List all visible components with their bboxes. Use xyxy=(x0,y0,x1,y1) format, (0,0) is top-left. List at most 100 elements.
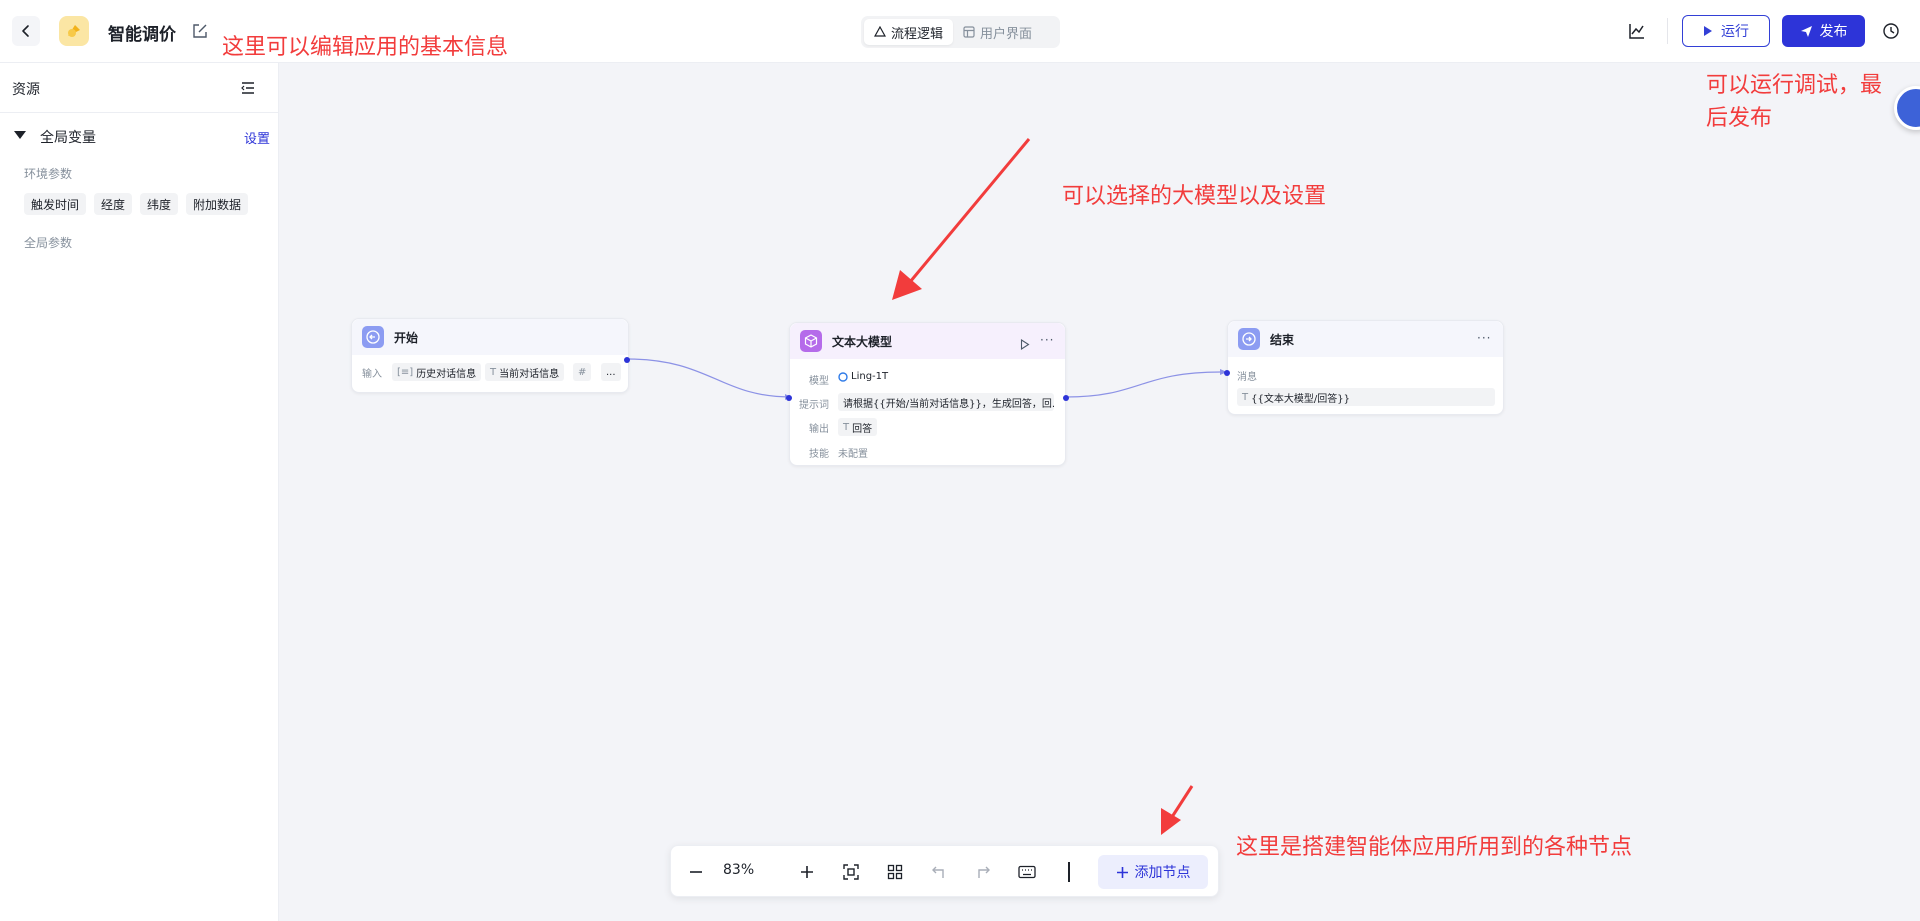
more-icon[interactable]: ··· xyxy=(1477,331,1491,345)
input-chip-hash: # xyxy=(573,363,592,381)
resource-sidebar: 资源 全局变量 设置 环境参数 触发时间 经度 纬度 附加数据 全局参数 xyxy=(0,63,279,921)
cube-icon xyxy=(804,334,818,348)
llm-skill-value: 未配置 xyxy=(838,449,868,460)
chevron-left-icon xyxy=(22,25,29,37)
zoom-in-button[interactable] xyxy=(794,859,820,885)
end-message-label: 消息 xyxy=(1237,372,1257,383)
header-divider xyxy=(1667,18,1668,44)
tab-user-interface[interactable]: 用户界面 xyxy=(953,19,1042,45)
llm-node[interactable]: 文本大模型 ··· 模型 Ling-1T 提示词 请根据{{开始/当前对话信息}… xyxy=(786,322,1069,466)
llm-output-value: 回答 xyxy=(852,423,873,435)
sidebar-title: 资源 xyxy=(12,82,40,98)
llm-prompt-label: 提示词 xyxy=(799,400,829,411)
redo-icon xyxy=(978,866,990,878)
input-chip-current-label: 当前对话信息 xyxy=(499,368,560,380)
env-param-chip[interactable]: 经度 xyxy=(94,193,133,215)
end-node[interactable]: 结束 ··· 消息 T {{文本大模型/回答}} xyxy=(1224,320,1504,415)
end-node-header: 结束 ··· xyxy=(1228,321,1503,357)
chart-line-icon[interactable] xyxy=(1627,21,1647,41)
annotation-model-select: 可以选择的大模型以及设置 xyxy=(1062,184,1327,209)
fit-view-button[interactable] xyxy=(838,859,864,885)
back-button[interactable] xyxy=(12,16,40,46)
tab-user-interface-label: 用户界面 xyxy=(980,26,1033,42)
llm-output-label: 输出 xyxy=(809,424,829,435)
global-params-label: 全局参数 xyxy=(24,236,73,250)
add-node-button[interactable]: 添加节点 xyxy=(1098,855,1208,889)
arrow-out-icon xyxy=(1242,332,1256,346)
env-param-chip[interactable]: 触发时间 xyxy=(24,193,87,215)
play-node-icon[interactable] xyxy=(1020,335,1030,354)
text-type-icon: T xyxy=(490,366,497,378)
model-logo-icon xyxy=(838,371,848,382)
start-node-icon xyxy=(362,326,384,348)
history-icon[interactable] xyxy=(1882,22,1900,40)
undo-button[interactable] xyxy=(926,859,952,885)
end-input-port[interactable] xyxy=(1224,370,1230,376)
end-node-title: 结束 xyxy=(1270,333,1295,347)
list-icon: [≡] xyxy=(397,366,414,378)
flow-icon xyxy=(874,26,886,37)
app-title: 智能调价 xyxy=(108,25,176,45)
llm-model-value[interactable]: Ling-1T xyxy=(838,371,888,382)
tab-flow-logic[interactable]: 流程逻辑 xyxy=(864,19,954,45)
env-param-chip[interactable]: 附加数据 xyxy=(186,193,249,215)
annotation-nodes-hint: 这里是搭建智能体应用所用到的各种节点 xyxy=(1236,835,1633,860)
env-params-label: 环境参数 xyxy=(24,167,73,181)
play-icon xyxy=(1704,26,1712,36)
run-button[interactable]: 运行 xyxy=(1682,15,1770,47)
end-message-chip[interactable]: T {{文本大模型/回答}} xyxy=(1237,388,1495,406)
llm-model-label: 模型 xyxy=(809,376,829,387)
redo-button[interactable] xyxy=(970,859,996,885)
global-variables-label: 全局变量 xyxy=(40,130,96,146)
end-node-icon xyxy=(1238,328,1260,350)
auto-layout-button[interactable] xyxy=(882,859,908,885)
arrow-in-icon xyxy=(366,330,380,344)
keyboard-shortcuts-button[interactable] xyxy=(1014,859,1040,885)
zoom-level[interactable]: 83% xyxy=(723,862,754,878)
start-node[interactable]: 开始 输入 [≡] 历史对话信息 T 当前对话信息 # ... xyxy=(351,318,630,393)
mode-switch: 流程逻辑 用户界面 xyxy=(861,16,1060,48)
input-chip-history: [≡] 历史对话信息 xyxy=(392,363,482,381)
keyboard-icon xyxy=(1018,865,1036,879)
zoom-out-button[interactable] xyxy=(683,859,709,885)
llm-prompt-value[interactable]: 请根据{{开始/当前对话信息}}，生成回答，回... xyxy=(838,393,1054,411)
env-param-chip[interactable]: 纬度 xyxy=(140,193,179,215)
tab-flow-logic-label: 流程逻辑 xyxy=(891,26,944,42)
start-input-label: 输入 xyxy=(362,369,382,380)
grid-icon xyxy=(887,864,903,880)
start-output-port[interactable] xyxy=(624,357,630,363)
app-logo-icon xyxy=(68,25,80,37)
llm-output-port[interactable] xyxy=(1063,395,1069,401)
start-node-header: 开始 xyxy=(352,319,628,355)
global-variables-settings-link[interactable]: 设置 xyxy=(244,128,270,147)
annotation-run-publish-line1: 可以运行调试，最 xyxy=(1706,73,1883,98)
toolbar-separator xyxy=(1068,862,1070,882)
global-variables-section: 全局变量 设置 xyxy=(12,125,270,147)
fit-view-icon xyxy=(843,864,859,880)
caret-down-icon[interactable] xyxy=(14,131,26,139)
edit-app-info-icon[interactable] xyxy=(191,22,209,40)
publish-button-label: 发布 xyxy=(1819,24,1848,40)
input-chip-more[interactable]: ... xyxy=(601,363,621,381)
env-params-list: 触发时间 经度 纬度 附加数据 xyxy=(24,193,249,215)
collapse-sidebar-icon[interactable] xyxy=(239,79,257,97)
llm-model-name: Ling-1T xyxy=(851,371,889,382)
annotation-edit-info: 这里可以编辑应用的基本信息 xyxy=(222,35,509,60)
llm-input-port[interactable] xyxy=(786,395,792,401)
llm-node-icon xyxy=(800,330,822,352)
text-type-icon: T xyxy=(1242,391,1249,403)
input-chip-history-label: 历史对话信息 xyxy=(416,368,477,380)
start-node-title: 开始 xyxy=(394,331,419,345)
llm-node-header: 文本大模型 ··· xyxy=(790,323,1065,359)
app-logo xyxy=(59,16,89,46)
more-icon[interactable]: ··· xyxy=(1040,333,1054,347)
canvas-toolbar: 83% 添加节点 xyxy=(670,845,1219,897)
sidebar-header: 资源 xyxy=(0,63,278,113)
llm-skill-label: 技能 xyxy=(809,449,829,460)
send-icon xyxy=(1800,25,1812,37)
minus-icon xyxy=(690,871,702,873)
plus-icon xyxy=(801,866,813,878)
input-chip-current: T 当前对话信息 xyxy=(485,363,565,381)
publish-button[interactable]: 发布 xyxy=(1782,15,1865,47)
llm-output-chip: T 回答 xyxy=(838,418,878,436)
